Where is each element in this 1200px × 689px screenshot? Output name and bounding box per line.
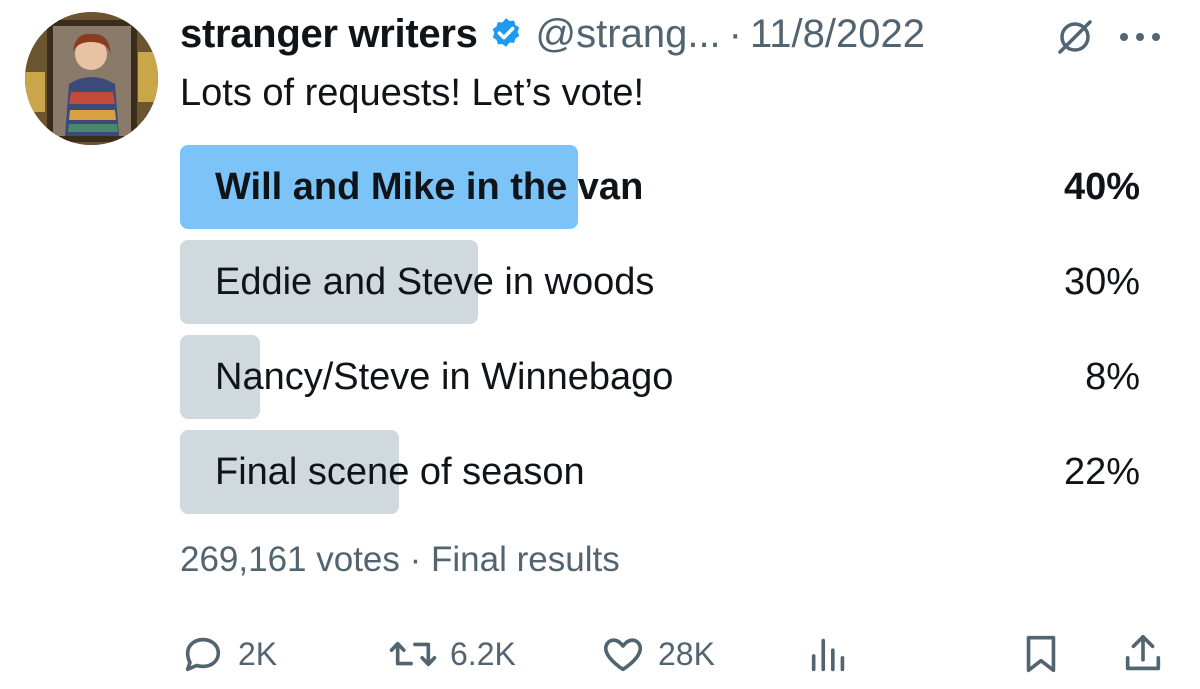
header-separator: · xyxy=(728,11,742,56)
retweet-count: 6.2K xyxy=(450,635,516,672)
share-button[interactable] xyxy=(1120,628,1166,680)
poll-option-percent: 22% xyxy=(1063,451,1140,493)
like-button[interactable]: 28K xyxy=(600,628,715,680)
more-icon[interactable] xyxy=(1117,30,1163,42)
tweet-header: stranger writers @strang... · 11/8/2022 xyxy=(180,8,925,60)
views-button[interactable] xyxy=(806,628,852,680)
bookmark-button[interactable] xyxy=(1018,628,1064,680)
action-bar: 2K 6.2K 28K xyxy=(0,628,1200,680)
avatar[interactable] xyxy=(25,12,158,145)
poll-summary: 269,161 votes · Final results xyxy=(180,540,620,580)
author-handle[interactable]: @strang... xyxy=(536,12,721,57)
poll-option[interactable]: Eddie and Steve in woods 30% xyxy=(180,240,1145,324)
like-count: 28K xyxy=(658,635,715,672)
poll: Will and Mike in the van 40% Eddie and S… xyxy=(180,145,1145,525)
grok-icon[interactable] xyxy=(1052,14,1098,60)
poll-vote-count: 269,161 votes xyxy=(180,540,400,579)
poll-option-percent: 40% xyxy=(1063,166,1140,208)
bookmark-icon xyxy=(1026,635,1056,673)
poll-option-label: Nancy/Steve in Winnebago xyxy=(215,356,674,398)
retweet-button[interactable]: 6.2K xyxy=(388,628,516,680)
reply-icon xyxy=(185,637,221,672)
reply-count: 2K xyxy=(238,635,278,672)
tweet: stranger writers @strang... · 11/8/2022 … xyxy=(0,0,1200,689)
poll-option-label: Final scene of season xyxy=(215,451,585,493)
tweet-text: Lots of requests! Let’s vote! xyxy=(180,72,645,114)
heart-icon xyxy=(603,638,643,672)
poll-option-percent: 8% xyxy=(1085,356,1140,398)
tweet-date[interactable]: 11/8/2022 xyxy=(750,12,925,57)
poll-status: Final results xyxy=(431,540,620,579)
share-icon xyxy=(1125,634,1161,671)
poll-option[interactable]: Nancy/Steve in Winnebago 8% xyxy=(180,335,1145,419)
author-display-name[interactable]: stranger writers xyxy=(180,12,478,57)
poll-option-percent: 30% xyxy=(1063,261,1140,303)
poll-option-label: Will and Mike in the van xyxy=(215,166,644,208)
views-icon xyxy=(811,638,845,672)
retweet-icon xyxy=(389,641,437,667)
reply-button[interactable]: 2K xyxy=(180,628,277,680)
verified-badge-icon xyxy=(488,16,524,52)
poll-option[interactable]: Will and Mike in the van 40% xyxy=(180,145,1145,229)
poll-option[interactable]: Final scene of season 22% xyxy=(180,430,1145,514)
poll-summary-separator: · xyxy=(409,540,422,579)
poll-option-label: Eddie and Steve in woods xyxy=(215,261,655,303)
avatar-portrait-image xyxy=(25,12,158,145)
